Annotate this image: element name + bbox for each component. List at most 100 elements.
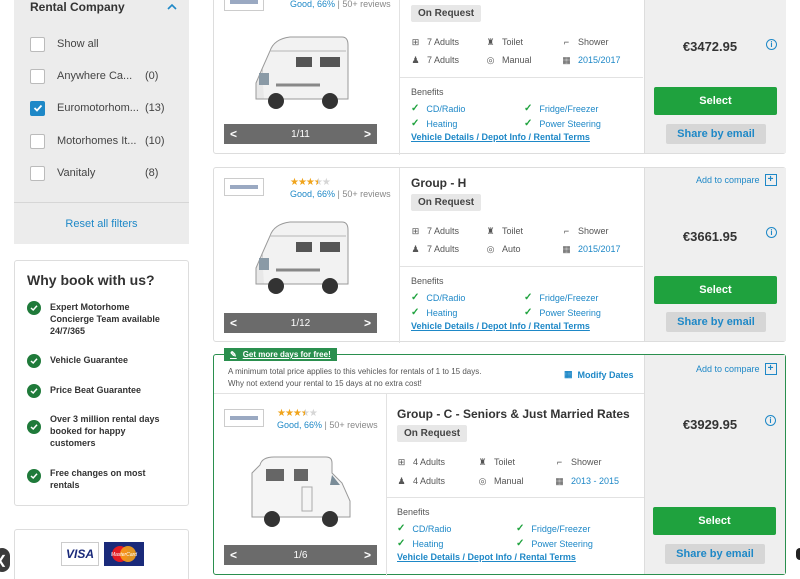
filter-option-euromotorhome[interactable]: Euromotorhom... (13) [30, 98, 180, 118]
calendar-icon: ▦ [562, 243, 571, 254]
checkbox-icon[interactable] [30, 36, 45, 52]
check-icon: ✓ [411, 118, 420, 129]
calendar-icon: ▦ [564, 369, 573, 379]
select-button[interactable]: Select [654, 276, 777, 304]
compare-icon: + [764, 174, 777, 186]
shower-icon: ⌐ [563, 225, 570, 236]
filter-option-label: Euromotorhom... [57, 102, 139, 114]
filter-option-motorhomes-italy[interactable]: Motorhomes It... (10) [30, 131, 180, 151]
arrow-right-icon[interactable]: > [364, 127, 371, 141]
camper-image [255, 221, 349, 294]
arrow-left-icon[interactable]: < [230, 127, 237, 141]
gear-icon: ◎ [478, 475, 487, 486]
reset-filters-link[interactable]: Reset all filters [14, 218, 189, 230]
check-icon: ✓ [397, 538, 406, 549]
payment-methods: VISA MasterCard [14, 529, 189, 579]
pager-count: 1/11 [291, 128, 310, 140]
company-logo [224, 409, 264, 427]
shower-icon: ⌐ [556, 456, 563, 467]
gear-icon: ◎ [486, 54, 495, 65]
price-column: Add to compare + €3661.95 i Select Share … [644, 168, 786, 341]
arrow-right-icon[interactable]: > [364, 316, 371, 330]
on-request-badge: On Request [411, 194, 482, 211]
benefit-item: ✓ Fridge/Freezer [516, 523, 591, 534]
select-button[interactable]: Select [654, 87, 777, 115]
seat-icon: ⊞ [411, 225, 420, 236]
share-email-button[interactable]: Share by email [666, 312, 766, 332]
get-more-days-badge[interactable]: ✎ Get more days for free! [224, 348, 337, 361]
rating-text: Good, 66% | 50+ reviews [290, 0, 391, 9]
years-spec: ▦ 2013 - 2015 [555, 475, 620, 486]
group-name: Group - C - Seniors & Just Married Rates [397, 407, 630, 421]
check-icon: ✓ [411, 292, 420, 303]
benefit-item: ✓ Power Steering [524, 118, 601, 129]
image-pager[interactable]: < 1/11 > [224, 124, 377, 144]
info-icon[interactable]: i [766, 39, 777, 50]
share-email-button[interactable]: Share by email [665, 544, 765, 564]
filter-option-vanitaly[interactable]: Vanitaly (8) [30, 163, 180, 183]
benefits-title: Benefits [397, 507, 430, 517]
transmission-spec: ◎ Auto [486, 243, 521, 254]
benefit-item: ✓ Heating [411, 118, 458, 129]
benefit-item: ✓ CD/Radio [397, 523, 452, 534]
chevron-up-icon[interactable] [167, 2, 177, 12]
benefit-item: ✓ CD/Radio [411, 103, 466, 114]
divider [399, 168, 400, 343]
sleeps-spec: ♟ 4 Adults [397, 475, 446, 486]
checkbox-icon[interactable] [30, 165, 45, 181]
total-price: €3661.95 [682, 229, 738, 244]
check-icon: ✓ [411, 103, 420, 114]
scroll-right-button[interactable] [796, 548, 800, 560]
arrow-left-icon[interactable]: < [230, 548, 237, 562]
shower-spec: ⌐ Shower [556, 456, 602, 467]
check-icon: ✓ [516, 538, 525, 549]
info-icon[interactable]: i [765, 415, 776, 426]
modify-dates-button[interactable]: ▦ Modify Dates [564, 369, 634, 380]
filter-option-count: (10) [145, 135, 165, 147]
benefit-item: ✓ Power Steering [516, 538, 593, 549]
check-icon: ✓ [524, 307, 533, 318]
vehicle-details-link[interactable]: Vehicle Details / Depot Info / Rental Te… [397, 552, 576, 562]
why-item-text: Vehicle Guarantee [50, 355, 129, 365]
checkbox-icon[interactable] [30, 100, 45, 116]
benefit-item: ✓ Power Steering [524, 307, 601, 318]
share-email-button[interactable]: Share by email [666, 124, 766, 144]
divider [400, 77, 643, 78]
benefit-item: ✓ Heating [397, 538, 444, 549]
filter-option-anywhere[interactable]: Anywhere Ca... (0) [30, 66, 180, 86]
toilet-spec: ♜ Toilet [478, 456, 516, 467]
add-to-compare[interactable]: Add to compare + [696, 363, 777, 375]
filter-title: Rental Company [30, 0, 125, 14]
divider [400, 266, 643, 267]
info-icon[interactable]: i [766, 227, 777, 238]
vehicle-details-link[interactable]: Vehicle Details / Depot Info / Rental Te… [411, 132, 590, 142]
why-item: Free changes on most rentals [27, 467, 177, 491]
image-pager[interactable]: < 1/6 > [224, 545, 377, 565]
calendar-icon: ▦ [555, 475, 564, 486]
arrow-left-icon[interactable]: < [230, 316, 237, 330]
years-spec: ▦ 2015/2017 [562, 243, 621, 254]
benefits-title: Benefits [411, 276, 444, 286]
vehicle-details-link[interactable]: Vehicle Details / Depot Info / Rental Te… [411, 321, 590, 331]
check-icon: ✓ [516, 523, 525, 534]
benefit-item: ✓ Heating [411, 307, 458, 318]
toilet-spec: ♜ Toilet [486, 36, 524, 47]
seats-spec: ⊞ 4 Adults [397, 456, 446, 467]
check-circle-icon [27, 420, 41, 434]
image-pager[interactable]: < 1/12 > [224, 313, 377, 333]
select-button[interactable]: Select [653, 507, 776, 535]
years-spec: ▦ 2015/2017 [562, 54, 621, 65]
pager-count: 1/12 [290, 317, 311, 329]
arrow-right-icon[interactable]: > [364, 548, 371, 562]
check-icon: ✓ [524, 103, 533, 114]
add-to-compare[interactable]: Add to compare + [696, 174, 777, 186]
bed-icon: ♟ [397, 475, 406, 486]
filter-option-show-all[interactable]: Show all [30, 34, 180, 54]
filter-option-label: Anywhere Ca... [57, 70, 133, 82]
scroll-left-button[interactable]: ❮ [0, 548, 10, 572]
checkbox-icon[interactable] [30, 133, 45, 149]
checkbox-icon[interactable] [30, 68, 45, 84]
vehicle-card-promo: ✎ Get more days for free! A minimum total… [213, 348, 786, 576]
check-icon [33, 104, 42, 112]
why-item-text: Price Beat Guarantee [50, 385, 142, 395]
